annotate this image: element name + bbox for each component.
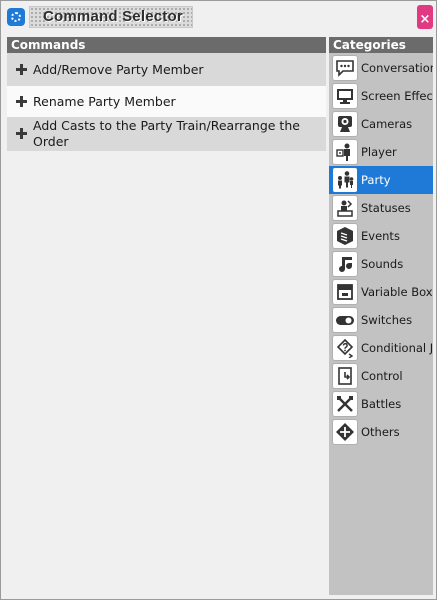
command-item-label: Add/Remove Party Member xyxy=(33,61,204,77)
category-battles[interactable]: Battles xyxy=(329,390,433,418)
variable-box-icon xyxy=(332,279,358,305)
category-switches[interactable]: Switches xyxy=(329,306,433,334)
category-label: Events xyxy=(361,229,400,243)
monitor-icon xyxy=(332,83,358,109)
plus-icon xyxy=(16,64,27,75)
category-cameras[interactable]: Cameras xyxy=(329,110,433,138)
category-events[interactable]: Events xyxy=(329,222,433,250)
category-label: Conversation xyxy=(361,61,433,75)
plus-icon xyxy=(16,96,27,107)
others-icon xyxy=(332,419,358,445)
category-statuses[interactable]: Statuses xyxy=(329,194,433,222)
camera-icon xyxy=(332,111,358,137)
category-label: Battles xyxy=(361,397,402,411)
app-icon xyxy=(7,8,25,26)
title-bar[interactable]: Command Selector × xyxy=(1,1,436,33)
category-label: Others xyxy=(361,425,400,439)
plus-icon xyxy=(16,128,27,139)
category-label: Cameras xyxy=(361,117,413,131)
party-icon xyxy=(332,167,358,193)
categories-list: Conversation Screen Effects Cameras Play… xyxy=(329,53,433,595)
command-selector-window: Command Selector × Commands Add/Remove P… xyxy=(0,0,437,600)
category-label: Conditional Jumps xyxy=(361,341,433,355)
category-variable-boxes[interactable]: Variable Boxes xyxy=(329,278,433,306)
control-icon xyxy=(332,363,358,389)
category-player[interactable]: Player xyxy=(329,138,433,166)
category-others[interactable]: Others xyxy=(329,418,433,446)
window-title: Command Selector xyxy=(43,8,183,25)
category-label: Sounds xyxy=(361,257,404,271)
battles-icon xyxy=(332,391,358,417)
close-button[interactable]: × xyxy=(417,5,433,29)
command-item-add-casts-party-train[interactable]: Add Casts to the Party Train/Rearrange t… xyxy=(7,117,326,151)
command-item-label: Add Casts to the Party Train/Rearrange t… xyxy=(33,118,300,149)
category-label: Variable Boxes xyxy=(361,285,433,299)
statuses-icon xyxy=(332,195,358,221)
category-label: Screen Effects xyxy=(361,89,433,103)
player-icon xyxy=(332,139,358,165)
commands-header: Commands xyxy=(7,37,326,53)
command-item-label: Rename Party Member xyxy=(33,93,176,109)
events-icon xyxy=(332,223,358,249)
category-label: Player xyxy=(361,145,397,159)
command-item-rename-party-member[interactable]: Rename Party Member xyxy=(7,86,326,117)
category-label: Switches xyxy=(361,313,413,327)
category-label: Control xyxy=(361,369,403,383)
switch-icon xyxy=(332,307,358,333)
category-party[interactable]: Party xyxy=(329,166,433,194)
speech-bubble-icon xyxy=(332,55,358,81)
category-conditional-jumps[interactable]: Conditional Jumps xyxy=(329,334,433,362)
conditional-jump-icon xyxy=(332,335,358,361)
music-note-icon xyxy=(332,251,358,277)
category-conversation[interactable]: Conversation xyxy=(329,54,433,82)
categories-header: Categories xyxy=(329,37,433,53)
category-control[interactable]: Control xyxy=(329,362,433,390)
category-sounds[interactable]: Sounds xyxy=(329,250,433,278)
category-label: Statuses xyxy=(361,201,411,215)
category-screen-effects[interactable]: Screen Effects xyxy=(329,82,433,110)
command-item-add-remove-party-member[interactable]: Add/Remove Party Member xyxy=(7,53,326,86)
category-label: Party xyxy=(361,173,391,187)
